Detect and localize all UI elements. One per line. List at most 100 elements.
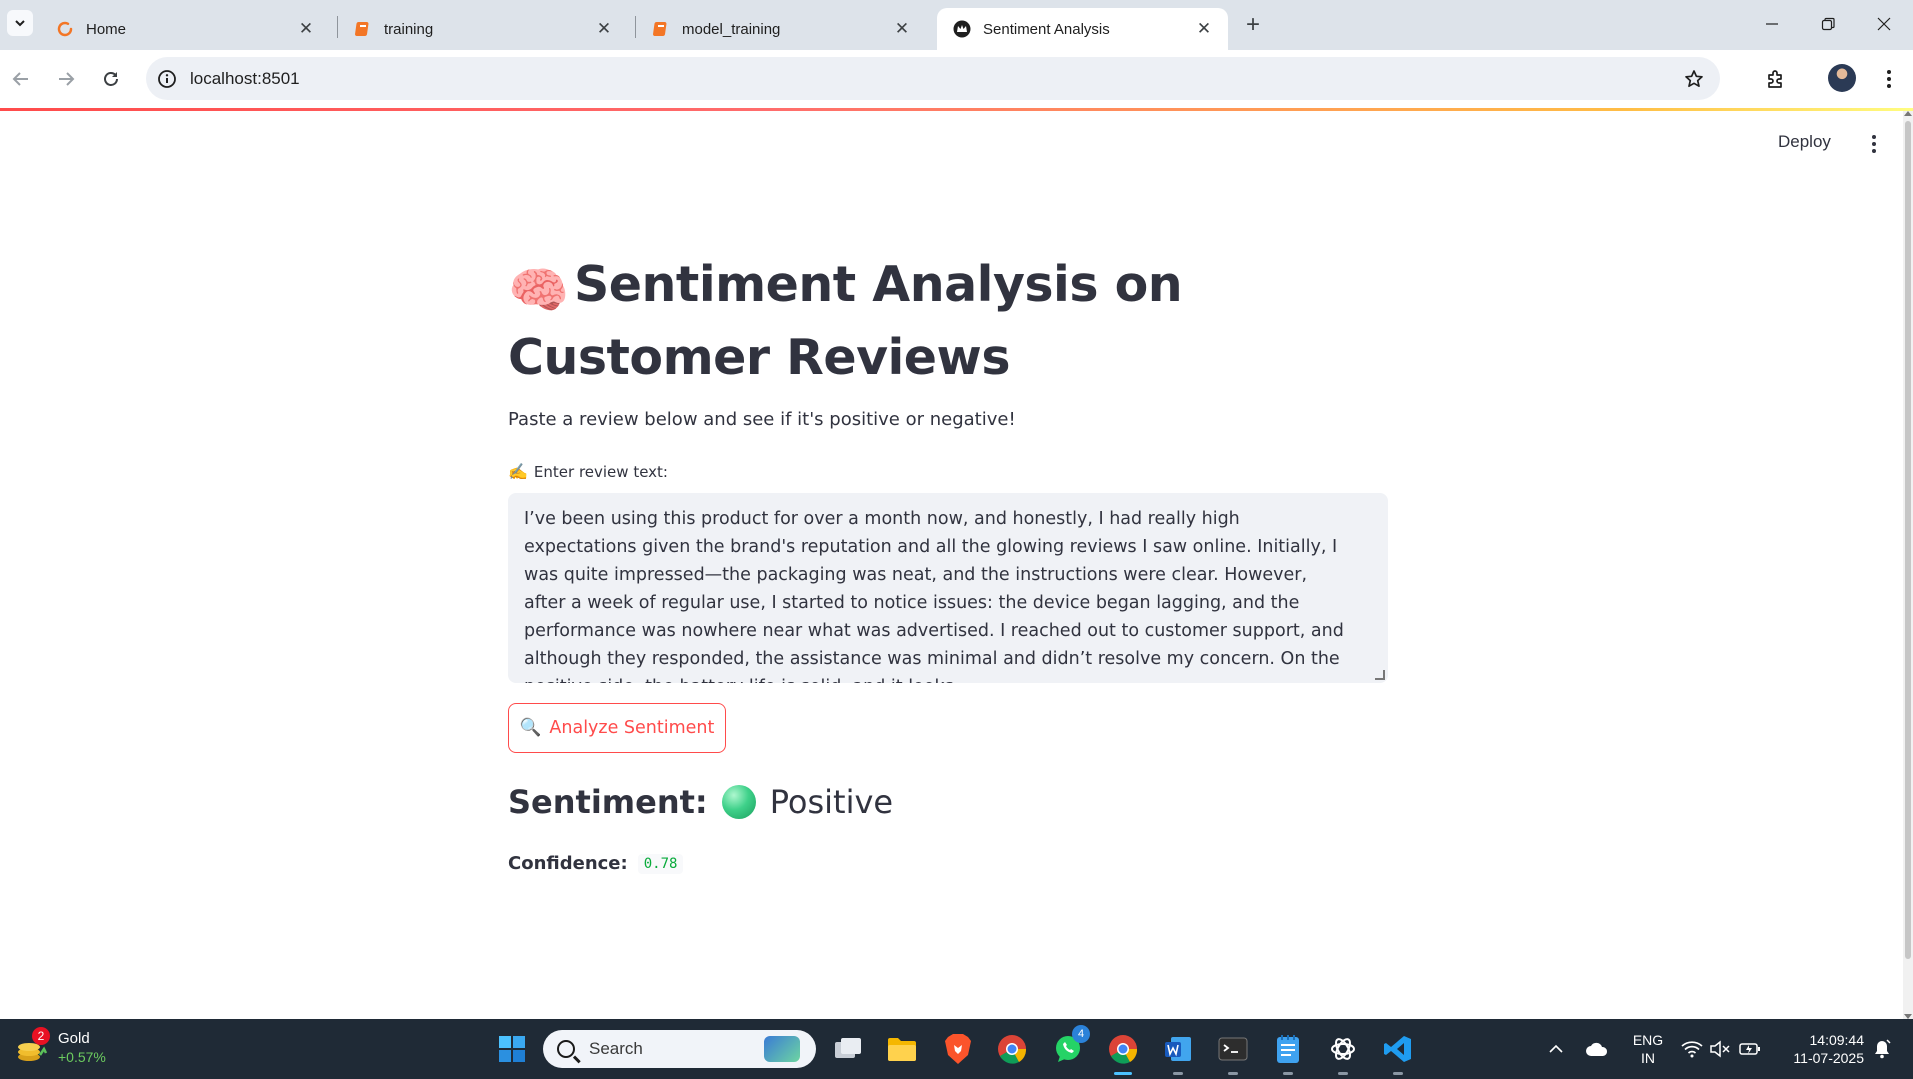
notebook-icon xyxy=(354,20,372,38)
word-button[interactable] xyxy=(1160,1031,1196,1075)
chrome-icon xyxy=(998,1035,1027,1064)
speaker-muted-icon xyxy=(1710,1040,1730,1058)
widget-text: Gold +0.57% xyxy=(58,1029,106,1067)
chevron-up-icon xyxy=(1549,1044,1563,1053)
review-input-label: ✍️ Enter review text: xyxy=(508,462,668,481)
streamlit-app: Deploy 🧠 Sentiment Analysis on Customer R… xyxy=(0,111,1903,1019)
window-close-button[interactable] xyxy=(1856,0,1912,48)
minimize-button[interactable] xyxy=(1744,0,1800,48)
wifi-status[interactable] xyxy=(1678,1019,1706,1079)
system-clock[interactable]: 14:09:44 11-07-2025 xyxy=(1772,1031,1864,1067)
analyze-sentiment-button[interactable]: 🔍 Analyze Sentiment xyxy=(508,703,726,753)
restore-button[interactable] xyxy=(1800,0,1856,48)
writing-hand-icon: ✍️ xyxy=(508,462,528,481)
widgets-button[interactable]: 2 Gold +0.57% xyxy=(14,1027,106,1067)
openai-icon xyxy=(1331,1038,1355,1060)
new-tab-button[interactable]: + xyxy=(1240,11,1266,38)
review-input-label-text: Enter review text: xyxy=(533,462,668,481)
app-menu-button[interactable] xyxy=(1866,133,1882,155)
reload-icon xyxy=(104,72,118,86)
restore-icon xyxy=(1821,17,1835,31)
browser-toolbar: localhost:8501 xyxy=(0,50,1913,108)
folder-icon xyxy=(888,1038,916,1061)
search-highlight-icon xyxy=(764,1036,800,1062)
extensions-button[interactable] xyxy=(1761,64,1791,94)
magnifier-icon: 🔍 xyxy=(519,718,542,738)
tab-training[interactable]: training ✕ xyxy=(338,8,628,50)
page-subtitle: Paste a review below and see if it's pos… xyxy=(508,409,1016,430)
resize-handle[interactable] xyxy=(1375,670,1385,680)
address-bar[interactable]: localhost:8501 xyxy=(146,57,1720,100)
brave-browser-button[interactable] xyxy=(940,1031,976,1067)
vscode-icon xyxy=(1384,1036,1411,1062)
loading-spinner-icon xyxy=(56,20,74,38)
battery-charging-icon xyxy=(1739,1043,1760,1055)
scrollbar-thumb[interactable] xyxy=(1905,121,1911,959)
scroll-up-arrow-icon[interactable] xyxy=(1904,111,1912,116)
terminal-button[interactable] xyxy=(1215,1031,1251,1075)
tab-title: Home xyxy=(86,20,127,38)
close-icon[interactable]: ✕ xyxy=(892,19,912,39)
sentiment-result: Sentiment: Positive xyxy=(508,783,893,821)
close-icon[interactable]: ✕ xyxy=(296,19,316,39)
back-button[interactable] xyxy=(4,62,38,96)
tab-home[interactable]: Home ✕ xyxy=(40,8,330,50)
tab-title: model_training xyxy=(682,20,781,38)
tab-title: training xyxy=(384,20,434,38)
tab-sentiment-analysis[interactable]: Sentiment Analysis ✕ xyxy=(937,8,1228,50)
review-textarea-value: I’ve been using this product for over a … xyxy=(524,509,1344,683)
show-hidden-icons-button[interactable] xyxy=(1544,1019,1568,1079)
notepad-button[interactable] xyxy=(1270,1031,1306,1075)
forward-button[interactable] xyxy=(49,62,83,96)
brave-lion-icon xyxy=(945,1034,971,1064)
confidence-label: Confidence: xyxy=(508,853,628,874)
deploy-button[interactable]: Deploy xyxy=(1778,132,1831,152)
chrome-profile-button[interactable] xyxy=(994,1031,1030,1067)
gold-coins-icon: 2 xyxy=(14,1027,50,1065)
arrow-left-icon xyxy=(12,72,28,86)
search-icon xyxy=(557,1040,575,1058)
tab-title: Sentiment Analysis xyxy=(983,20,1110,38)
whatsapp-badge: 4 xyxy=(1072,1025,1090,1043)
volume-status[interactable] xyxy=(1706,1019,1734,1079)
reload-button[interactable] xyxy=(94,62,128,96)
browser-menu-button[interactable] xyxy=(1874,64,1904,94)
file-explorer-button[interactable] xyxy=(884,1031,920,1067)
streamlit-crown-icon xyxy=(953,20,971,38)
task-view-button[interactable] xyxy=(830,1031,866,1067)
notepad-icon xyxy=(1277,1035,1299,1063)
url-text[interactable]: localhost:8501 xyxy=(190,69,300,89)
close-icon[interactable]: ✕ xyxy=(1194,19,1214,39)
wifi-icon xyxy=(1681,1041,1703,1058)
close-icon[interactable]: ✕ xyxy=(594,19,614,39)
confidence-value: 0.78 xyxy=(637,853,684,874)
review-textarea[interactable]: I’ve been using this product for over a … xyxy=(508,493,1388,683)
running-indicator xyxy=(1228,1072,1238,1075)
clock-time: 14:09:44 xyxy=(1809,1032,1865,1048)
kebab-menu-icon xyxy=(1887,70,1891,88)
vscode-button[interactable] xyxy=(1380,1031,1416,1075)
chevron-down-icon xyxy=(15,20,25,27)
start-button[interactable] xyxy=(494,1031,530,1067)
tab-search-button[interactable] xyxy=(7,10,33,36)
chrome-button[interactable] xyxy=(1105,1031,1141,1075)
page-title: 🧠 Sentiment Analysis on Customer Reviews xyxy=(508,251,1388,391)
brain-icon: 🧠 xyxy=(508,262,569,319)
sentiment-label: Sentiment: xyxy=(508,783,708,821)
notifications-button[interactable] xyxy=(1870,1019,1894,1079)
page-scrollbar[interactable] xyxy=(1903,111,1913,1019)
tab-model-training[interactable]: model_training ✕ xyxy=(636,8,926,50)
whatsapp-button[interactable]: 4 xyxy=(1050,1025,1090,1067)
language-line1: ENG xyxy=(1632,1032,1664,1048)
taskbar-search[interactable]: Search xyxy=(543,1030,816,1068)
battery-status[interactable] xyxy=(1736,1019,1764,1079)
chatgpt-button[interactable] xyxy=(1325,1031,1361,1075)
onedrive-button[interactable] xyxy=(1582,1019,1612,1079)
input-language-indicator[interactable]: ENG IN xyxy=(1628,1031,1668,1067)
running-indicator xyxy=(1173,1072,1183,1075)
running-indicator xyxy=(1114,1072,1132,1075)
profile-avatar[interactable] xyxy=(1828,64,1856,92)
puzzle-icon xyxy=(1768,70,1782,88)
site-info-icon[interactable] xyxy=(156,68,178,90)
bookmark-star-icon[interactable] xyxy=(1682,67,1706,91)
